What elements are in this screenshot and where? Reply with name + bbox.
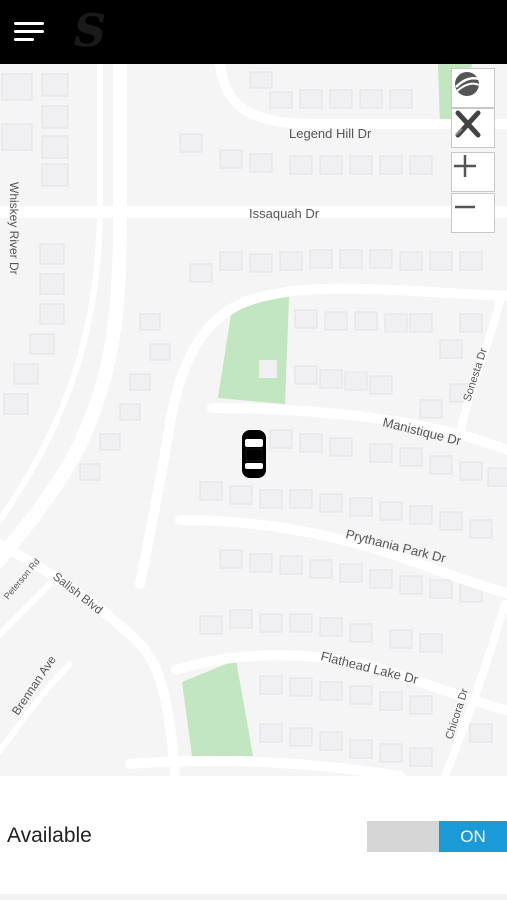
street-label-manistique: Manistique Dr	[381, 414, 463, 448]
toggle-on-label[interactable]: ON	[439, 821, 507, 852]
marker-remove-icon[interactable]	[451, 108, 495, 148]
minus-icon[interactable]	[451, 193, 495, 233]
park-area	[182, 660, 253, 756]
availability-toggle[interactable]: ON	[367, 821, 507, 852]
street-label-flathead: Flathead Lake Dr	[319, 648, 420, 687]
plus-icon[interactable]	[451, 152, 495, 192]
availability-panel: Available ON	[0, 776, 507, 900]
hamburger-menu-icon[interactable]	[12, 18, 46, 46]
bottom-divider	[0, 894, 507, 900]
app-logo: S	[74, 6, 106, 57]
map-view[interactable]: Legend Hill Dr Issaquah Dr Whiskey River…	[0, 64, 507, 776]
street-label-whiskey-river: Whiskey River Dr	[7, 182, 21, 275]
toggle-off-area[interactable]	[367, 821, 439, 852]
street-label-sonesta: Sonesta Dr	[461, 347, 490, 403]
availability-label: Available	[7, 824, 92, 847]
street-label-salish: Salish Blvd	[50, 569, 105, 617]
map-canvas: Legend Hill Dr Issaquah Dr Whiskey River…	[0, 64, 507, 776]
globe-icon[interactable]	[451, 68, 495, 108]
car-icon[interactable]	[242, 430, 266, 478]
top-app-bar: S	[0, 0, 507, 64]
map-buildings	[1, 71, 507, 767]
street-label-legend-hill: Legend Hill Dr	[289, 126, 372, 141]
street-label-issaquah: Issaquah Dr	[249, 206, 320, 221]
